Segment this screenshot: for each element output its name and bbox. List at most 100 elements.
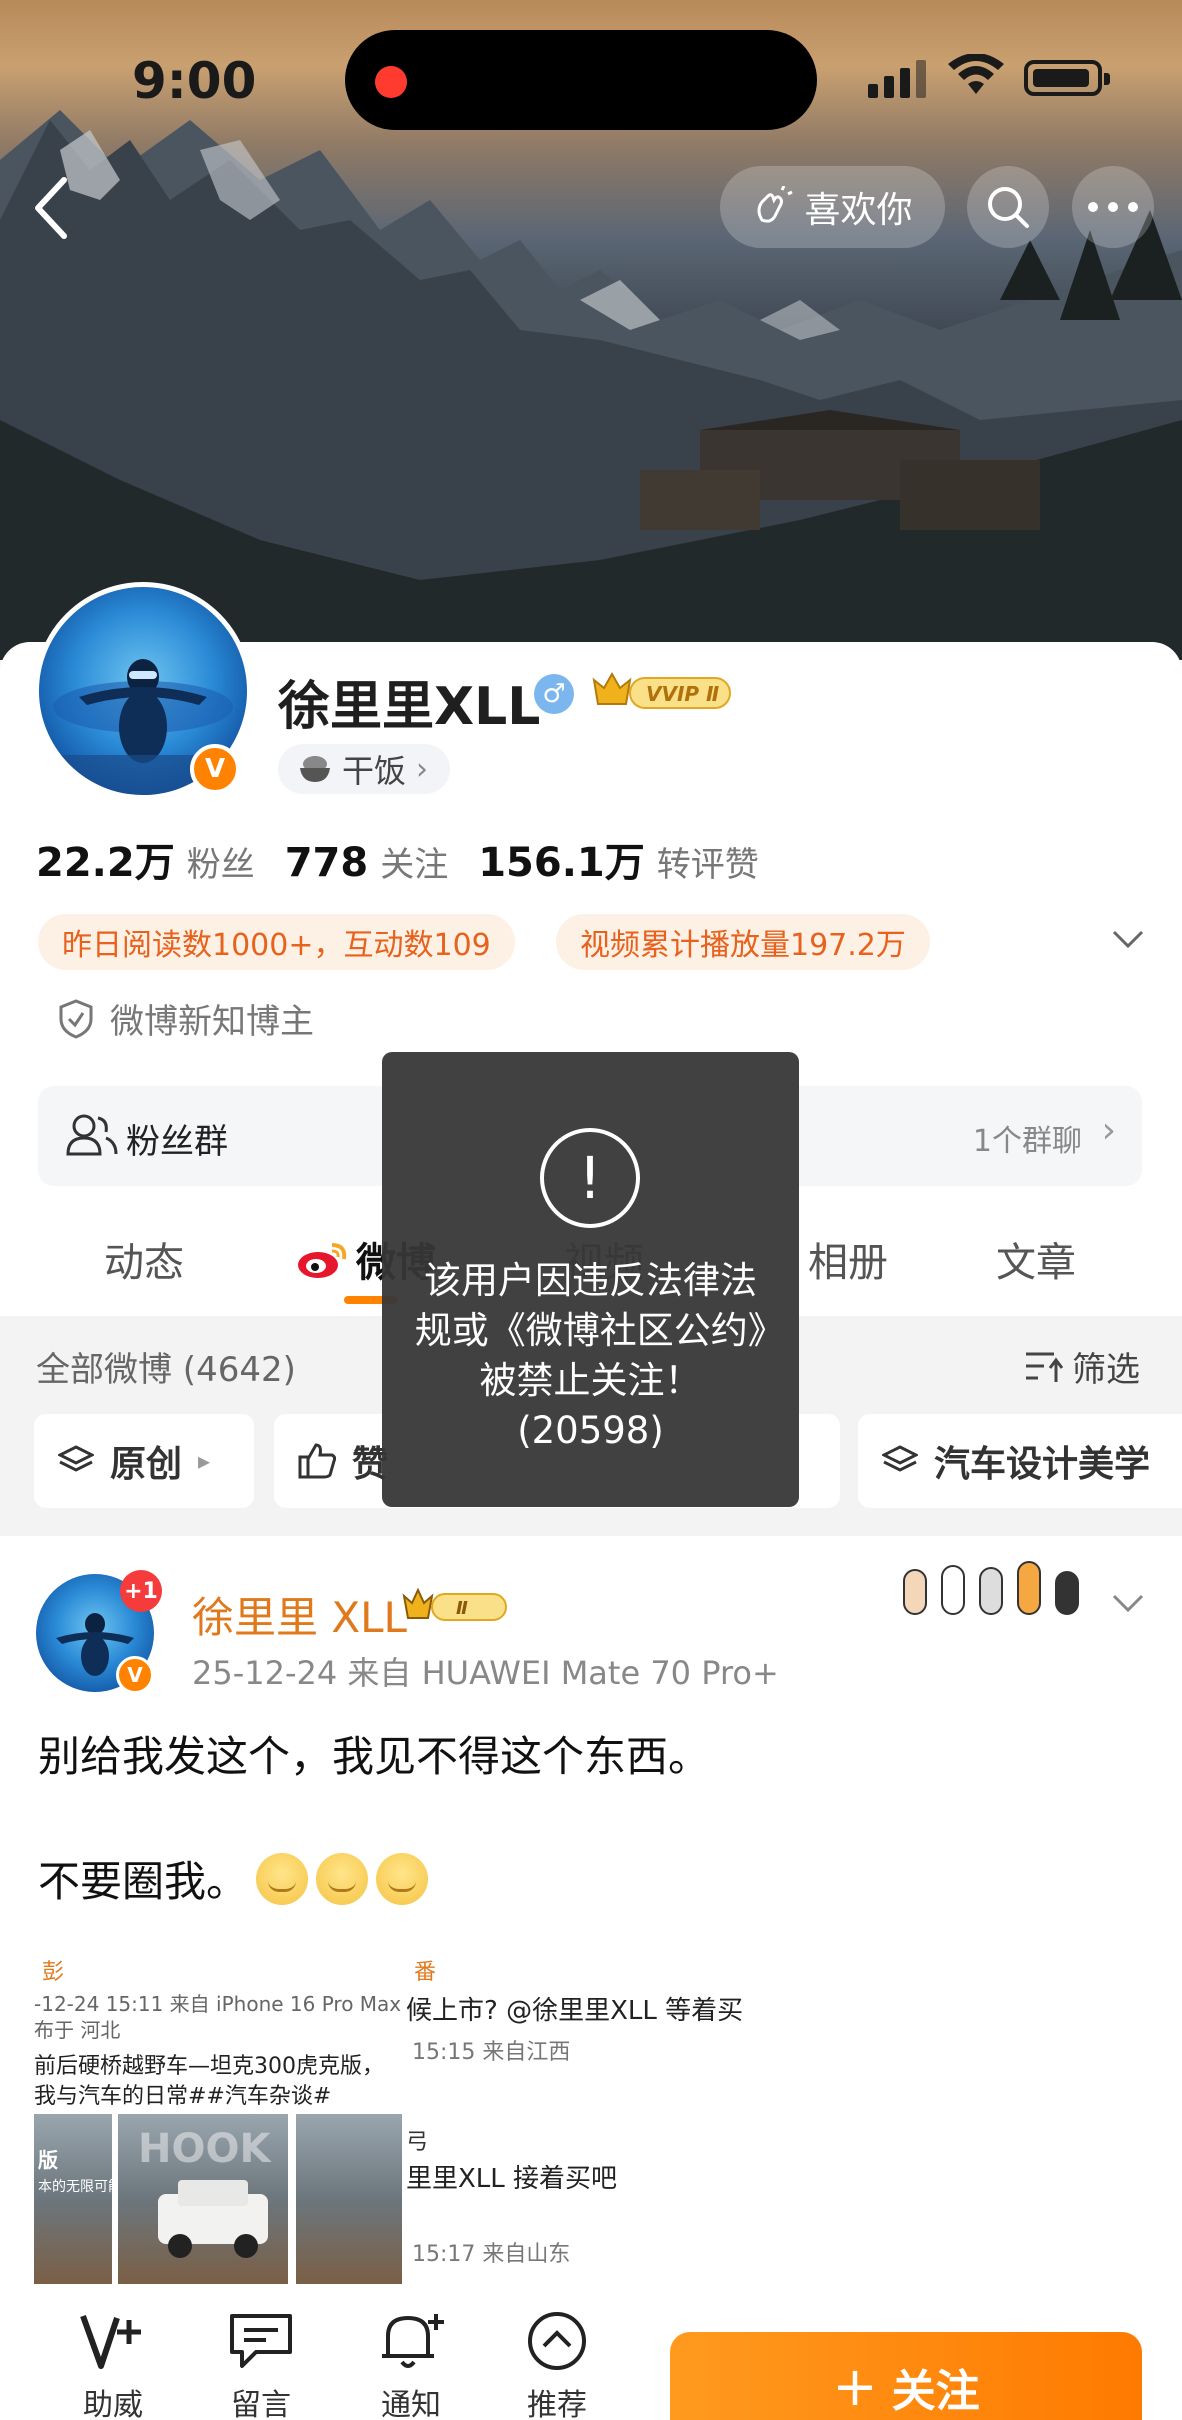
chat-bubble-icon bbox=[230, 2314, 292, 2368]
message-label: 留言 bbox=[231, 2388, 291, 2420]
vip-crown-badge-icon: Ⅱ bbox=[402, 1587, 507, 1621]
shield-icon bbox=[59, 998, 93, 1039]
interest-tag-button[interactable]: 干饭 › bbox=[278, 744, 451, 794]
stat-label: 粉丝 bbox=[186, 845, 255, 885]
tab-dynamics[interactable]: 动态 bbox=[104, 1230, 184, 1288]
fan-group-count: 1个群聊 bbox=[972, 1124, 1082, 1159]
shot-left-text1: 前后硬桥越野车—坦克300虎克版， bbox=[34, 2054, 384, 2079]
shot-photo-2: HOOK bbox=[118, 2114, 288, 2284]
highlight-reads: 昨日阅读数1000+，互动数109 bbox=[38, 914, 515, 970]
chip-car-design[interactable]: 汽车设计美学 bbox=[858, 1414, 1182, 1508]
shot-left-text2: 我与汽车的日常##汽车杂谈# bbox=[34, 2084, 332, 2109]
recommend-label: 推荐 bbox=[527, 2388, 587, 2420]
recording-indicator-icon bbox=[375, 66, 407, 98]
cellular-signal-icon bbox=[868, 60, 926, 98]
cheer-button[interactable]: 助威 bbox=[58, 2310, 168, 2420]
follow-label: 关注 bbox=[891, 2366, 980, 2417]
shot-c2-meta: 15:17 来自山东 bbox=[412, 2242, 571, 2267]
chip-original[interactable]: 原创 ▸ bbox=[34, 1414, 254, 1508]
chevron-down-icon[interactable] bbox=[1110, 1592, 1146, 1616]
verification-row[interactable]: 微博新知博主 bbox=[58, 994, 314, 1043]
status-bar: 9:00 bbox=[0, 0, 1182, 160]
search-button[interactable] bbox=[967, 166, 1049, 248]
post-author-name[interactable]: 徐里里 XLL bbox=[192, 1584, 407, 1645]
wifi-icon bbox=[948, 54, 1004, 94]
like-you-label: 喜欢你 bbox=[804, 190, 913, 231]
all-posts-count[interactable]: 全部微博 (4642) bbox=[36, 1342, 296, 1391]
shot-left-name: 彭 bbox=[42, 1960, 65, 1985]
embedded-screenshot-image[interactable]: 彭 -12-24 15:11 来自 iPhone 16 Pro Max 布于 河… bbox=[34, 1944, 774, 2290]
post-meta: 25-12-24 来自 HUAWEI Mate 70 Pro+ bbox=[192, 1654, 779, 1692]
notify-label: 通知 bbox=[381, 2388, 441, 2420]
vvip-badge-icon: VVIP Ⅱ bbox=[592, 671, 731, 709]
chevron-right-icon: ▸ bbox=[198, 1447, 211, 1475]
plus-icon: + bbox=[832, 2355, 878, 2418]
shot-photo-text: 版 bbox=[38, 2148, 58, 2172]
more-button[interactable] bbox=[1072, 166, 1154, 248]
interest-tag-label: 干饭 bbox=[342, 752, 407, 790]
back-arrow-icon[interactable] bbox=[26, 172, 76, 242]
recommend-button[interactable]: 推荐 bbox=[502, 2310, 612, 2420]
weibo-logo-icon bbox=[298, 1243, 347, 1278]
stat-interactions[interactable]: 156.1万 转评赞 bbox=[478, 830, 759, 888]
chevron-down-icon[interactable] bbox=[1110, 928, 1146, 952]
stat-label: 关注 bbox=[380, 845, 449, 885]
tab-album[interactable]: 相册 bbox=[808, 1230, 888, 1288]
cheer-label: 助威 bbox=[83, 2388, 143, 2420]
layers-icon bbox=[882, 1445, 918, 1472]
stat-value: 778 bbox=[284, 840, 369, 886]
chevron-right-icon: › bbox=[416, 751, 429, 787]
smug-emoji-icon bbox=[316, 1852, 369, 1905]
post-text-line2: 不要圈我。 bbox=[38, 1848, 429, 1909]
post-text-line2-label: 不要圈我。 bbox=[38, 1857, 249, 1906]
filter-label: 筛选 bbox=[1072, 1350, 1140, 1390]
filter-sort-icon bbox=[1026, 1352, 1064, 1382]
stat-value: 156.1万 bbox=[478, 840, 645, 886]
fan-group-label: 粉丝群 bbox=[126, 1122, 228, 1162]
shot-c1-meta: 15:15 来自江西 bbox=[412, 2040, 571, 2065]
post-text-line1: 别给我发这个，我见不得这个东西。 bbox=[38, 1732, 711, 1781]
verified-badge-icon: V bbox=[116, 1656, 154, 1694]
shot-c2-text: 里里XLL 接着买吧 bbox=[406, 2164, 618, 2194]
stat-following[interactable]: 778 关注 bbox=[285, 837, 449, 886]
cheer-v-plus-icon bbox=[80, 2314, 141, 2369]
smug-emoji-icon bbox=[376, 1852, 429, 1905]
chevron-right-icon: › bbox=[1101, 1110, 1116, 1151]
filter-button[interactable]: 筛选 bbox=[1024, 1342, 1140, 1391]
follow-button[interactable]: + 关注 bbox=[670, 2332, 1142, 2420]
verified-badge-icon: V bbox=[190, 744, 240, 794]
shot-left-location: 布于 河北 bbox=[34, 2018, 121, 2042]
verification-text: 微博新知博主 bbox=[110, 1002, 314, 1042]
status-time: 9:00 bbox=[132, 52, 257, 110]
search-icon bbox=[988, 187, 1029, 228]
shot-photo-3 bbox=[296, 2114, 402, 2284]
chevron-up-circle-icon bbox=[528, 2312, 586, 2370]
male-gender-icon: ♂ bbox=[534, 674, 574, 714]
stat-fans[interactable]: 22.2万 粉丝 bbox=[36, 830, 255, 888]
group-users-icon bbox=[66, 1114, 118, 1156]
clap-hand-icon bbox=[757, 186, 794, 223]
exclamation-icon: ! bbox=[540, 1128, 640, 1228]
shot-left-meta: -12-24 15:11 来自 iPhone 16 Pro Max bbox=[34, 1992, 402, 2016]
toast-message: 该用户因违反法律法规或《微博社区公约》被禁止关注！(20598) bbox=[414, 1259, 767, 1452]
notify-button[interactable]: 通知 bbox=[356, 2310, 466, 2420]
notification-badge: +1 bbox=[120, 1570, 162, 1612]
shot-photo-1: 版 本的无限可能 bbox=[34, 2114, 122, 2284]
shot-c1-text: 候上市? @徐里里XLL 等着买 bbox=[406, 1996, 744, 2026]
thumbs-up-icon bbox=[298, 1443, 336, 1479]
message-button[interactable]: 留言 bbox=[206, 2310, 316, 2420]
svg-text:Ⅱ: Ⅱ bbox=[456, 1598, 468, 1619]
profile-stats: 22.2万 粉丝 778 关注 156.1万 转评赞 bbox=[36, 830, 759, 888]
cat-paws-decoration-icon bbox=[903, 1561, 1079, 1615]
like-you-button[interactable]: 喜欢你 bbox=[720, 166, 945, 248]
vvip-label: VVIP Ⅱ bbox=[646, 682, 719, 706]
bell-plus-icon bbox=[382, 2314, 444, 2368]
tab-articles[interactable]: 文章 bbox=[996, 1230, 1076, 1288]
battery-icon bbox=[1024, 60, 1110, 96]
shot-photo-text2: 本的无限可能 bbox=[38, 2179, 122, 2195]
smug-emoji-icon bbox=[256, 1852, 309, 1905]
stat-value: 22.2万 bbox=[36, 840, 175, 886]
highlight-video-plays: 视频累计播放量197.2万 bbox=[556, 914, 930, 970]
shot-c2-name: 弓 bbox=[406, 2130, 429, 2155]
shot-c1-name: 番 bbox=[414, 1960, 437, 1985]
